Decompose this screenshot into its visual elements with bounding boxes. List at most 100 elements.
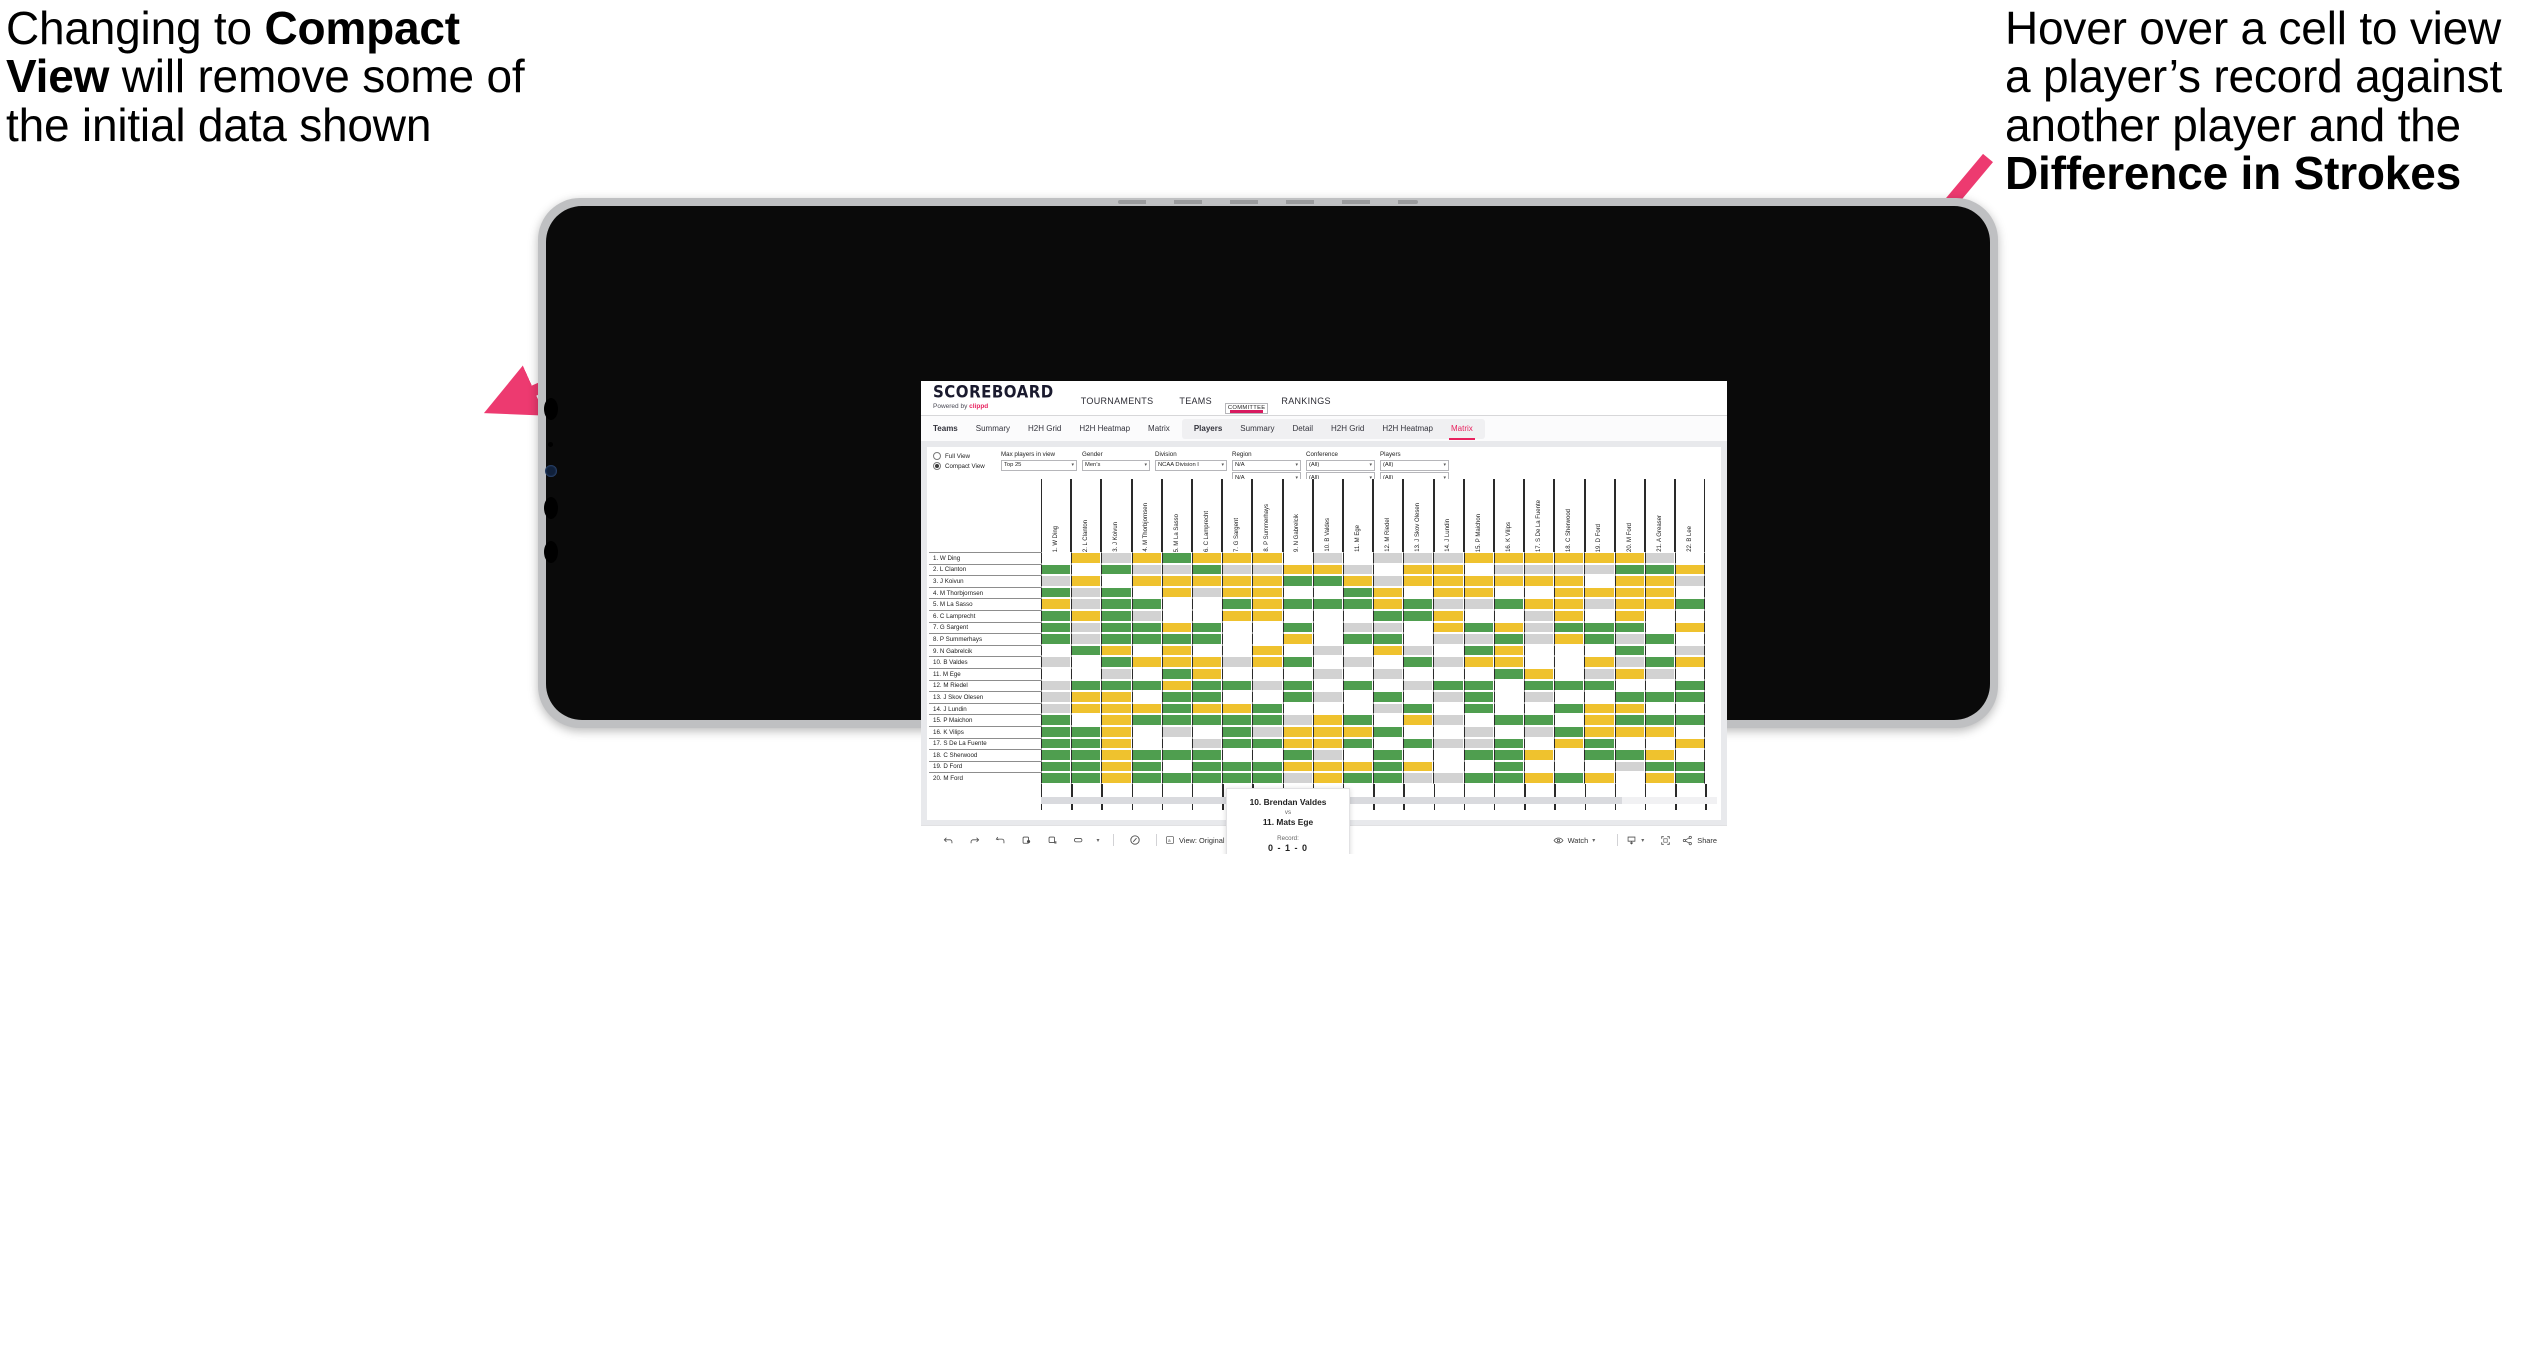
- matrix-cell[interactable]: [1071, 598, 1102, 610]
- matrix-column-header[interactable]: 11. M Ege: [1343, 479, 1374, 552]
- dropdown-region-1[interactable]: N/A ▾: [1232, 459, 1301, 471]
- matrix-cell[interactable]: [1433, 644, 1464, 657]
- matrix-cell[interactable]: [1041, 760, 1072, 773]
- matrix-cell[interactable]: [1342, 725, 1374, 738]
- matrix-cell[interactable]: [1282, 598, 1313, 610]
- matrix-cell[interactable]: [1644, 725, 1675, 738]
- matrix-cell[interactable]: [1041, 749, 1072, 761]
- horizontal-scrollbar[interactable]: [1041, 797, 1717, 804]
- matrix-cell[interactable]: [1674, 737, 1706, 750]
- matrix-cell[interactable]: [1493, 737, 1524, 750]
- matrix-cell[interactable]: [1463, 691, 1494, 703]
- matrix-cell[interactable]: [1131, 575, 1162, 587]
- matrix-cell[interactable]: [1403, 667, 1434, 680]
- matrix-row-label[interactable]: 17. S De La Fuente: [929, 737, 1041, 750]
- matrix-cell[interactable]: [1433, 609, 1464, 622]
- view-original-button[interactable]: a View: Original: [1165, 835, 1224, 845]
- matrix-cell[interactable]: [1644, 691, 1675, 703]
- dropdown-gender[interactable]: Men’s ▾: [1082, 459, 1150, 471]
- matrix-cell[interactable]: [1584, 575, 1615, 587]
- matrix-cell[interactable]: [1524, 575, 1555, 587]
- matrix-cell[interactable]: [1674, 633, 1706, 645]
- matrix-cell[interactable]: [1493, 644, 1524, 657]
- matrix-cell[interactable]: [1282, 552, 1313, 564]
- matrix-cell[interactable]: [1222, 563, 1253, 576]
- matrix-cell[interactable]: [1161, 702, 1192, 715]
- matrix-cell[interactable]: [1433, 563, 1464, 576]
- share-shape-icon[interactable]: [1065, 830, 1091, 850]
- matrix-cell[interactable]: [1493, 714, 1524, 726]
- matrix-cell[interactable]: [1161, 667, 1192, 680]
- matrix-cell[interactable]: [1614, 725, 1645, 738]
- matrix-cell[interactable]: [1252, 772, 1283, 784]
- matrix-cell[interactable]: [1524, 586, 1555, 599]
- matrix-cell[interactable]: [1131, 749, 1162, 761]
- matrix-row-label[interactable]: 1. W Ding: [929, 552, 1041, 564]
- matrix-cell[interactable]: [1161, 586, 1192, 599]
- matrix-cell[interactable]: [1644, 552, 1675, 564]
- matrix-cell[interactable]: [1584, 725, 1615, 738]
- matrix-cell[interactable]: [1252, 749, 1283, 761]
- matrix-cell[interactable]: [1373, 760, 1404, 773]
- matrix-cell[interactable]: [1433, 633, 1464, 645]
- matrix-cell[interactable]: [1614, 575, 1645, 587]
- nav-tab-tournaments[interactable]: TOURNAMENTS: [1068, 396, 1167, 415]
- matrix-row-label[interactable]: 12. M Riedel: [929, 679, 1041, 692]
- tab-teams[interactable]: Teams: [924, 419, 967, 439]
- matrix-cell[interactable]: [1493, 575, 1524, 587]
- matrix-cell[interactable]: [1161, 552, 1192, 564]
- matrix-column-header[interactable]: 14. J Lundin: [1433, 479, 1464, 552]
- matrix-cell[interactable]: [1101, 552, 1132, 564]
- matrix-cell[interactable]: [1282, 563, 1313, 576]
- revert-icon[interactable]: [987, 830, 1013, 850]
- matrix-cell[interactable]: [1524, 702, 1555, 715]
- matrix-cell[interactable]: [1493, 621, 1524, 634]
- matrix-cell[interactable]: [1131, 737, 1162, 750]
- matrix-cell[interactable]: [1403, 691, 1434, 703]
- matrix-cell[interactable]: [1524, 772, 1555, 784]
- matrix-cell[interactable]: [1403, 749, 1434, 761]
- matrix-cell[interactable]: [1131, 656, 1162, 668]
- matrix-cell[interactable]: [1282, 586, 1313, 599]
- matrix-column-header[interactable]: 13. J Skov Olesen: [1403, 479, 1434, 552]
- matrix-cell[interactable]: [1554, 621, 1585, 634]
- matrix-row-label[interactable]: 11. M Ege: [929, 667, 1041, 680]
- matrix-cell[interactable]: [1282, 749, 1313, 761]
- matrix-cell[interactable]: [1463, 667, 1494, 680]
- matrix-cell[interactable]: [1252, 714, 1283, 726]
- matrix-cell[interactable]: [1403, 633, 1434, 645]
- radio-compact-view[interactable]: Compact View: [933, 462, 1001, 470]
- matrix-cell[interactable]: [1614, 656, 1645, 668]
- matrix-cell[interactable]: [1403, 772, 1434, 784]
- matrix-cell[interactable]: [1041, 563, 1072, 576]
- matrix-cell[interactable]: [1071, 586, 1102, 599]
- tab-players-detail[interactable]: Detail: [1284, 419, 1322, 439]
- dropdown-players-1[interactable]: (All) ▾: [1380, 459, 1449, 471]
- matrix-cell[interactable]: [1674, 656, 1706, 668]
- matrix-cell[interactable]: [1644, 714, 1675, 726]
- matrix-cell[interactable]: [1252, 563, 1283, 576]
- matrix-cell[interactable]: [1101, 575, 1132, 587]
- matrix-cell[interactable]: [1674, 552, 1706, 564]
- matrix-cell[interactable]: [1041, 609, 1072, 622]
- matrix-cell[interactable]: [1493, 598, 1524, 610]
- matrix-cell[interactable]: [1282, 679, 1313, 692]
- matrix-cell[interactable]: [1493, 772, 1524, 784]
- matrix-cell[interactable]: [1463, 737, 1494, 750]
- matrix-cell[interactable]: [1584, 644, 1615, 657]
- matrix-cell[interactable]: [1493, 691, 1524, 703]
- matrix-row-label[interactable]: 14. J Lundin: [929, 702, 1041, 715]
- matrix-cell[interactable]: [1463, 760, 1494, 773]
- matrix-column-header[interactable]: 15. P Maichon: [1463, 479, 1494, 552]
- matrix-column-header[interactable]: 10. B Valdes: [1312, 479, 1343, 552]
- matrix-cell[interactable]: [1252, 725, 1283, 738]
- matrix-cell[interactable]: [1191, 679, 1223, 692]
- matrix-cell[interactable]: [1644, 679, 1675, 692]
- matrix-cell[interactable]: [1674, 760, 1706, 773]
- matrix-cell[interactable]: [1463, 563, 1494, 576]
- matrix-cell[interactable]: [1463, 598, 1494, 610]
- matrix-cell[interactable]: [1674, 563, 1706, 576]
- matrix-cell[interactable]: [1071, 702, 1102, 715]
- matrix-cell[interactable]: [1222, 667, 1253, 680]
- matrix-cell[interactable]: [1524, 656, 1555, 668]
